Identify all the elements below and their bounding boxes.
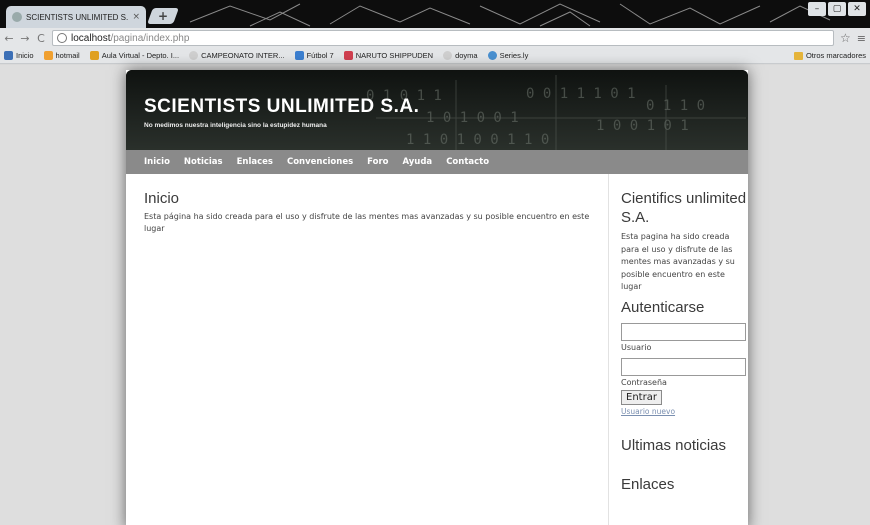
news-title: Ultimas noticias <box>621 436 727 454</box>
other-bookmarks[interactable]: Otros marcadores <box>793 51 866 60</box>
plus-icon: + <box>157 9 169 23</box>
bookmark-icon <box>4 51 13 60</box>
close-tab-icon[interactable]: × <box>132 12 140 22</box>
folder-icon <box>793 51 803 60</box>
maximize-button[interactable]: ▢ <box>828 2 846 16</box>
bookmark-label: NARUTO SHIPPUDEN <box>355 51 434 60</box>
bookmark-label: Series.ly <box>499 51 529 60</box>
bookmark-label: CAMPEONATO INTER... <box>201 51 285 60</box>
site-container: 0 1 0 1 1 1 0 1 0 0 1 0 0 1 1 1 0 1 1 0 … <box>126 70 748 525</box>
bookmark-label: Inicio <box>16 51 34 60</box>
about-text: Esta pagina ha sido creada para el uso y… <box>621 232 735 291</box>
bookmark-naruto[interactable]: NARUTO SHIPPUDEN <box>343 51 434 60</box>
page-intro-text: Esta página ha sido creada para el uso y… <box>144 212 590 233</box>
page-favicon-icon <box>12 12 22 22</box>
bookmark-aula-virtual[interactable]: Aula Virtual - Depto. I... <box>89 51 180 60</box>
bookmark-label: Fútbol 7 <box>306 51 334 60</box>
bookmark-seriesly[interactable]: Series.ly <box>487 51 529 60</box>
browser-toolbar: ← → C localhost/pagina/index.php ☆ ≡ <box>0 28 870 48</box>
page-content: Inicio Esta página ha sido creada para e… <box>126 174 748 525</box>
bookmark-icon <box>89 51 99 60</box>
main-menu: Inicio Noticias Enlaces Convenciones For… <box>126 150 748 174</box>
bookmark-icon <box>443 51 453 60</box>
bookmark-icon <box>43 51 53 60</box>
menu-item-inicio[interactable]: Inicio <box>144 157 170 167</box>
site-header: 0 1 0 1 1 1 0 1 0 0 1 0 0 1 1 1 0 1 1 0 … <box>126 70 748 150</box>
svg-text:0 0 1 1 1 0 1: 0 0 1 1 1 0 1 <box>526 86 636 102</box>
other-bookmarks-label: Otros marcadores <box>805 51 866 60</box>
browser-tab[interactable]: SCIENTISTS UNLIMITED S.A. × <box>6 6 146 28</box>
tab-title: SCIENTISTS UNLIMITED S.A. <box>26 12 129 22</box>
bookmark-icon <box>487 51 497 60</box>
bookmark-doyma[interactable]: doyma <box>443 51 478 60</box>
links-title: Enlaces <box>621 475 675 493</box>
register-link[interactable]: Usuario nuevo <box>621 407 748 416</box>
site-title: SCIENTISTS UNLIMITED S.A. <box>144 96 420 117</box>
menu-item-convenciones[interactable]: Convenciones <box>287 157 353 167</box>
menu-item-ayuda[interactable]: Ayuda <box>402 157 432 167</box>
minimize-button[interactable]: – <box>808 2 826 16</box>
bookmark-star-icon[interactable]: ☆ <box>840 31 851 45</box>
password-label: Contraseña <box>621 377 667 387</box>
window-controls: – ▢ ✕ <box>808 2 866 16</box>
menu-item-contacto[interactable]: Contacto <box>446 157 489 167</box>
about-title: Cientifics unlimited S.A. <box>621 190 747 226</box>
menu-item-noticias[interactable]: Noticias <box>184 157 223 167</box>
bookmark-futbol[interactable]: Fútbol 7 <box>294 51 334 60</box>
main-column: Inicio Esta página ha sido creada para e… <box>144 190 594 235</box>
bookmark-icon <box>294 51 304 60</box>
svg-text:1 0 0 1 0 1: 1 0 0 1 0 1 <box>596 118 689 134</box>
menu-item-enlaces[interactable]: Enlaces <box>237 157 273 167</box>
bookmark-label: doyma <box>455 51 478 60</box>
bookmarks-bar: Inicio hotmail Aula Virtual - Depto. I..… <box>0 48 870 64</box>
svg-text:0 1 1 0: 0 1 1 0 <box>646 98 705 114</box>
bookmark-icon <box>343 51 353 60</box>
close-window-button[interactable]: ✕ <box>848 2 866 16</box>
browser-titlebar: SCIENTISTS UNLIMITED S.A. × + – ▢ ✕ <box>0 0 870 28</box>
browser-menu-icon[interactable]: ≡ <box>857 32 866 45</box>
username-label: Usuario <box>621 342 652 352</box>
url-path: /pagina/index.php <box>110 32 190 44</box>
site-slogan: No medimos nuestra inteligencia sino la … <box>144 122 327 129</box>
globe-icon <box>57 33 67 43</box>
svg-text:1 1 0 1 0 0 1 1 0: 1 1 0 1 0 0 1 1 0 <box>406 132 549 148</box>
bookmark-label: Aula Virtual - Depto. I... <box>101 51 180 60</box>
password-input[interactable] <box>621 357 746 376</box>
forward-button[interactable]: → <box>20 32 30 45</box>
bookmark-icon <box>189 51 199 60</box>
reload-button[interactable]: C <box>36 32 46 45</box>
bookmark-campeonato[interactable]: CAMPEONATO INTER... <box>189 51 285 60</box>
page-viewport: 0 1 0 1 1 1 0 1 0 0 1 0 0 1 1 1 0 1 1 0 … <box>0 65 870 525</box>
menu-item-foro[interactable]: Foro <box>367 157 388 167</box>
url-host: localhost <box>71 32 111 44</box>
login-button[interactable]: Entrar <box>621 389 662 405</box>
back-button[interactable]: ← <box>4 32 14 45</box>
sidebar: Cientifics unlimited S.A. Esta pagina ha… <box>608 174 748 525</box>
username-input[interactable] <box>621 322 746 341</box>
page-heading: Inicio <box>144 190 180 207</box>
bookmark-label: hotmail <box>55 51 80 60</box>
login-title: Autenticarse <box>621 298 705 316</box>
bookmark-hotmail[interactable]: hotmail <box>43 51 80 60</box>
address-bar[interactable]: localhost/pagina/index.php <box>52 30 835 46</box>
bookmark-inicio[interactable]: Inicio <box>4 51 34 60</box>
